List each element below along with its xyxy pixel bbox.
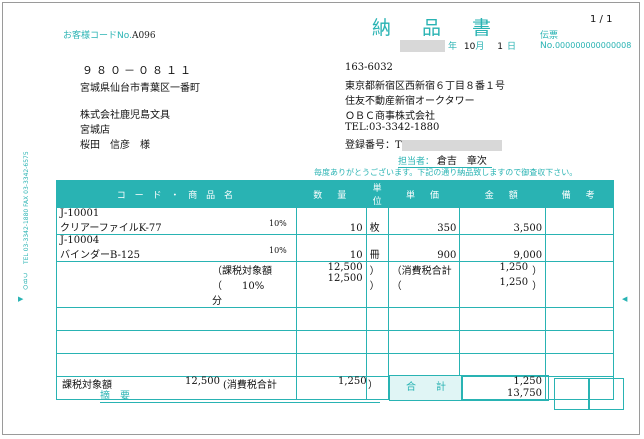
year-suffix: 年 xyxy=(448,42,458,52)
table-row: J-10001 クリアーファイルK-77 10% 10 枚 350 3,500 xyxy=(56,207,614,235)
left-triangle-icon: ▶ xyxy=(18,295,24,303)
summary-close-1: ） xyxy=(369,266,380,277)
summary-ctax-value: 1,250 xyxy=(499,262,529,273)
empty-row xyxy=(56,307,614,331)
memo-field: 摘 要 xyxy=(100,387,380,403)
registration-label: 登録番号：T xyxy=(345,140,402,151)
sender-address1: 東京都新宿区西新宿６丁目８番１号 xyxy=(345,81,505,92)
item-code: J-10004 xyxy=(60,235,100,246)
day-suffix: 日 xyxy=(506,42,516,52)
item-tax: 10% xyxy=(269,219,287,228)
staff-name: 倉吉 章次 xyxy=(436,156,487,167)
day-value: 1 xyxy=(497,42,503,52)
footer-taxable-value: 12,500 xyxy=(185,376,220,387)
summary-ctax-label: （消費税合計 xyxy=(391,266,452,277)
item-unit: 冊 xyxy=(365,234,389,262)
summary-taxable-label: （課税対象額 xyxy=(212,266,272,277)
sender-address2: 住友不動産新宿オークタワー xyxy=(345,96,475,107)
redacted-year xyxy=(400,40,445,52)
summary-rate-label: （ 10% 分 xyxy=(212,281,285,307)
recipient-person: 桜田 信彦 様 xyxy=(80,140,150,151)
summary-close: ） ） xyxy=(365,261,389,308)
total-label-box: 合 計 xyxy=(389,375,463,401)
recipient-company: 株式会社鹿児島文具 xyxy=(80,110,170,121)
summary-labels: （課税対象額 （ 10% 分 xyxy=(56,261,297,308)
item-code: J-10001 xyxy=(60,208,100,219)
summary-ctax-close: ） xyxy=(532,266,543,277)
item-qty: 10 xyxy=(295,234,367,262)
col-remarks: 備 考 xyxy=(545,180,614,208)
customer-code: お客様コードNo.A096 xyxy=(63,28,156,41)
side-obc: ＯＢＣ xyxy=(23,272,30,290)
item-remarks xyxy=(545,207,614,235)
col-qty: 数 量 xyxy=(295,180,367,208)
summary-taxable-value: 12,500 xyxy=(327,262,363,273)
item-amount: 3,500 xyxy=(459,207,547,235)
total-value-box: 1,250 13,750 xyxy=(461,375,549,401)
sender-postal: 163-6032 xyxy=(345,62,393,73)
slip-number: 伝票No.000000000000008 xyxy=(540,28,644,51)
staff: 担当者： 倉吉 章次 xyxy=(398,152,492,168)
summary-row: （課税対象額 （ 10% 分 12,500 12,500 ） ） （消費税合計 … xyxy=(56,261,614,308)
total-label: 合 計 xyxy=(406,382,446,393)
customer-code-value: A096 xyxy=(131,31,156,41)
month-suffix: 月 xyxy=(475,42,485,52)
sender-tel: TEL:03-3342-1880 xyxy=(345,122,440,133)
summary-rate-ctax-close: ） xyxy=(532,281,543,292)
staff-label: 担当者： xyxy=(398,157,435,167)
sender-company: ＯＢＣ商事株式会社 xyxy=(345,111,435,122)
item-cell: J-10001 クリアーファイルK-77 10% xyxy=(56,207,297,235)
sender-registration: 登録番号：T xyxy=(345,136,502,151)
redacted-registration xyxy=(401,140,502,151)
col-item: コ ー ド ・ 商 品 名 xyxy=(56,180,297,208)
summary-values: 12,500 12,500 xyxy=(295,261,367,308)
month-value: 10 xyxy=(463,42,476,52)
footer-ctax-value: 1,250 xyxy=(338,376,367,387)
recipient-branch: 宮城店 xyxy=(80,125,110,136)
greeting: 毎度ありがとうございます。下記の通り納品致しますので御査収下さい。 xyxy=(314,168,578,177)
table-header: コ ー ド ・ 商 品 名 数 量 単位 単 価 金 額 備 考 xyxy=(56,180,614,208)
item-amount: 9,000 xyxy=(459,234,547,262)
side-code-text: TEL 03-3342-1880 FAX 03-3342-6575 xyxy=(23,151,30,265)
col-price: 単 価 xyxy=(387,180,461,208)
col-unit: 単位 xyxy=(365,180,389,208)
stamp-box-2 xyxy=(588,378,624,410)
memo-label: 摘 要 xyxy=(100,391,130,402)
customer-code-label: お客様コードNo. xyxy=(63,31,132,41)
summary-remarks xyxy=(545,261,614,308)
summary-ctax-values: 1,250） 1,250） xyxy=(459,261,547,308)
items-table: コ ー ド ・ 商 品 名 数 量 単位 単 価 金 額 備 考 J-10001… xyxy=(56,180,614,400)
summary-rate-open: （ xyxy=(391,281,402,292)
slip-value: 000000000000008 xyxy=(554,41,632,50)
recipient-address: 宮城県仙台市青葉区一番町 xyxy=(80,83,200,94)
right-triangle-icon: ◀ xyxy=(622,295,628,303)
empty-row xyxy=(56,330,614,354)
item-unit: 枚 xyxy=(365,207,389,235)
page-number: 1 / 1 xyxy=(590,14,613,25)
recipient-postal: ９８０－０８１１ xyxy=(82,64,194,77)
item-price: 350 xyxy=(387,207,461,235)
summary-close-2: ） xyxy=(369,281,380,292)
summary-ctax-labels: （消費税合計 （ xyxy=(387,261,461,308)
table-row: J-10004 バインダーB-125 10% 10 冊 900 9,000 xyxy=(56,234,614,262)
summary-rate-value: 12,500 xyxy=(327,273,363,284)
empty-row xyxy=(56,353,614,377)
issue-date: 年 10月 1日 xyxy=(448,39,516,52)
item-qty: 10 xyxy=(295,207,367,235)
item-cell: J-10004 バインダーB-125 10% xyxy=(56,234,297,262)
total-amount: 13,750 xyxy=(507,388,542,399)
item-name: クリアーファイルK-77 xyxy=(60,223,162,234)
item-price: 900 xyxy=(387,234,461,262)
item-remarks xyxy=(545,234,614,262)
stamp-box-1 xyxy=(554,378,590,410)
page-title: 納 品 書 xyxy=(372,17,498,39)
side-code: ＯＢＣ TEL 03-3342-1880 FAX 03-3342-6575 xyxy=(22,150,31,290)
summary-rate-ctax-value: 1,250 xyxy=(499,277,529,288)
item-name: バインダーB-125 xyxy=(60,250,140,261)
col-amount: 金 額 xyxy=(459,180,547,208)
total-tax: 1,250 xyxy=(513,376,542,387)
item-tax: 10% xyxy=(269,246,287,255)
